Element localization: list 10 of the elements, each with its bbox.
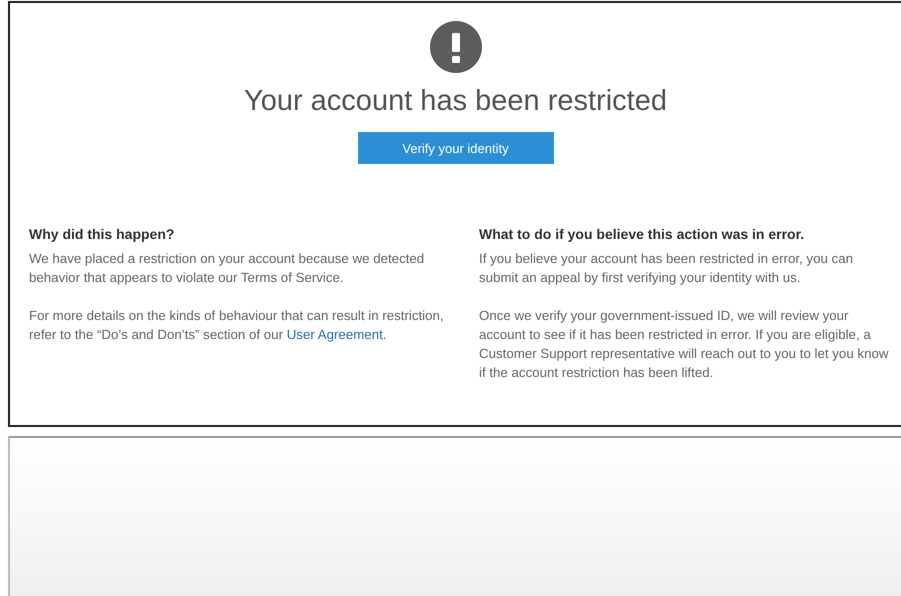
paragraph: If you believe your account has been restricted in error, you can submit an appeal by first verifying your identity with us.: [479, 250, 854, 287]
paragraph: We have placed a restriction on your account because we detected behavior that appears to violate our Terms of Service.: [29, 250, 426, 287]
user-agreement-link[interactable]: User Agreement: [286, 327, 383, 342]
verify-identity-button[interactable]: Verify your identity: [358, 132, 554, 164]
exclamation-icon: [430, 21, 482, 73]
section-heading: Why did this happen?: [29, 226, 176, 242]
paragraph: For more details on the kinds of behaviour that can result in restriction, refer to the “Do’s and Don’ts” section of our User Agreement.: [29, 307, 445, 344]
paragraph: Once we verify your government-issued ID, we will review your account to see if it has been restricted in error. If you are eligible, a Customer Support representative will reach out to you to let you know if the account restriction has been lifted.: [479, 307, 890, 382]
section-heading: What to do if you believe this action was in error.: [479, 226, 806, 242]
page-title: Your account has been restricted: [244, 85, 667, 118]
